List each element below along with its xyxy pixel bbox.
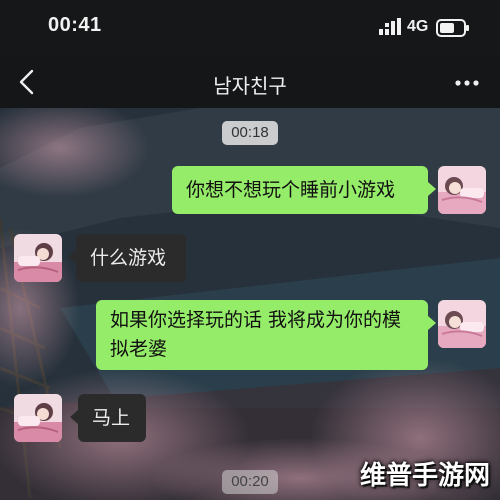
message-text: 马上 — [92, 407, 131, 429]
chevron-left-icon[interactable] — [14, 68, 40, 96]
message-text: 如果你选择玩的话 我将成为你的模拟老婆 — [110, 309, 402, 360]
network-label: 4G — [407, 18, 429, 35]
status-time: 00:41 — [48, 14, 102, 36]
chat-header: 남자친구 — [0, 56, 500, 108]
received-message-bubble[interactable]: 什么游戏 — [68, 234, 186, 282]
message-text: 你想不想玩个睡前小游戏 — [186, 179, 396, 201]
battery-icon — [436, 19, 469, 37]
message-timestamp: 00:20 — [222, 470, 278, 494]
contact-avatar[interactable] — [14, 394, 62, 442]
message-text: 什么游戏 — [90, 247, 167, 269]
received-message-bubble[interactable]: 马上 — [70, 394, 146, 442]
my-avatar[interactable] — [438, 300, 486, 348]
my-avatar[interactable] — [438, 166, 486, 214]
status-bar: 00:41 4G — [0, 0, 500, 56]
sent-message-bubble[interactable]: 如果你选择玩的话 我将成为你的模拟老婆 — [96, 300, 436, 370]
more-dots-icon[interactable] — [450, 70, 484, 96]
site-watermark: 维普手游网 — [359, 461, 490, 491]
chat-title: 남자친구 — [213, 74, 287, 98]
contact-avatar[interactable] — [14, 234, 62, 282]
chat-area[interactable]: 00:18 你想不想玩个睡前小游戏 什么游戏 如果你选择玩的话 我将成为你的模拟… — [0, 108, 500, 500]
signal-bars-icon — [379, 18, 401, 35]
message-timestamp: 00:18 — [222, 121, 278, 145]
sent-message-bubble[interactable]: 你想不想玩个睡前小游戏 — [172, 166, 436, 214]
